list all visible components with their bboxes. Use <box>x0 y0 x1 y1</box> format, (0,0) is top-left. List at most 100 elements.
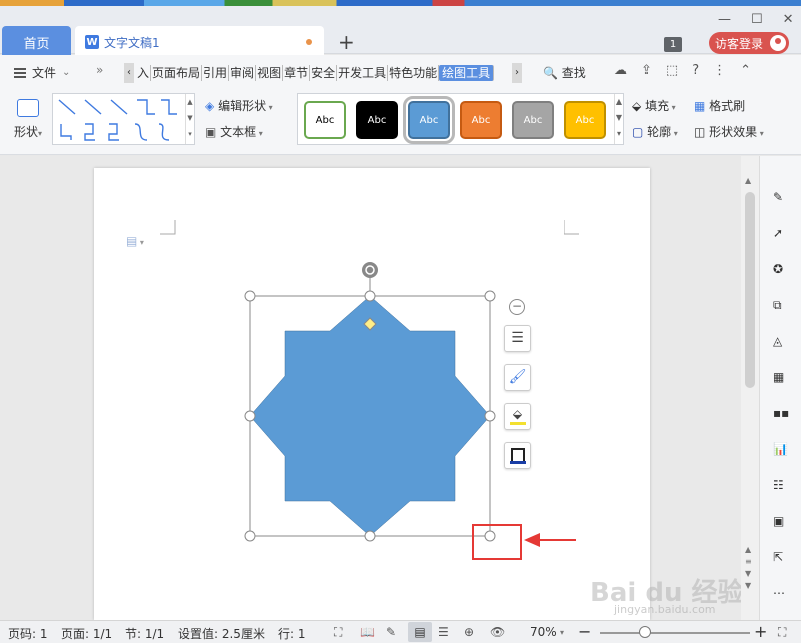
collapse-ribbon-icon[interactable]: ⌃ <box>740 63 751 78</box>
fit-page-icon[interactable]: ⛶ <box>778 625 786 640</box>
layout-options-button[interactable]: ☰ <box>504 325 531 352</box>
unsaved-dot-icon[interactable] <box>306 39 312 45</box>
select-cursor-icon[interactable]: ➚ <box>773 226 789 242</box>
menu-tab-4[interactable]: 视图 <box>256 65 284 81</box>
zoom-in-icon[interactable]: + <box>754 622 767 641</box>
zoom-dropdown-icon[interactable]: ▾ <box>560 628 564 637</box>
menu-tab-6[interactable]: 安全 <box>310 65 338 81</box>
style-swatch-orange[interactable]: Abc <box>460 101 502 139</box>
shapes-icon[interactable]: ⧉ <box>773 298 789 314</box>
shape-fill-button[interactable]: ⬙ <box>504 403 531 430</box>
close-icon[interactable]: ✕ <box>783 12 794 27</box>
guest-login-button[interactable]: 访客登录 <box>709 32 789 54</box>
settings-sliders-icon[interactable]: ☷ <box>773 478 789 494</box>
arrow-head <box>524 533 540 547</box>
outline-button[interactable]: ▢ 轮廓 ▾ <box>632 123 678 140</box>
tab-document[interactable]: W 文字文稿1 <box>75 26 324 58</box>
menu-tab-3[interactable]: 审阅 <box>229 65 257 81</box>
layers-icon[interactable]: ◬ <box>773 334 789 350</box>
scroll-page-controls[interactable]: ▲ ≡ ▼ ▼ <box>745 544 752 592</box>
sidebar-more-icon[interactable]: ⋯ <box>773 586 789 602</box>
reading-mode-icon[interactable]: 📖 <box>360 625 375 639</box>
export-icon[interactable]: ⇱ <box>773 550 789 566</box>
status-page-number[interactable]: 页码: 1 <box>8 625 48 642</box>
style-swatch-blue[interactable]: Abc <box>403 96 455 144</box>
resize-handle-nw[interactable] <box>244 290 256 302</box>
resize-handle-sw[interactable] <box>244 530 256 542</box>
page-view-icon[interactable]: ▤ <box>408 622 432 642</box>
edit-mode-icon[interactable]: ✎ <box>386 625 396 639</box>
style-swatch-white[interactable]: Abc <box>304 101 346 139</box>
resize-handle-w[interactable] <box>244 410 256 422</box>
resize-handle-e[interactable] <box>484 410 496 422</box>
more-menus-icon[interactable]: » <box>96 63 103 77</box>
shape-outline-button[interactable] <box>504 442 531 469</box>
status-page[interactable]: 页面: 1/1 <box>61 625 112 642</box>
style-swatch-gold[interactable]: Abc <box>564 101 606 139</box>
zoom-slider-thumb[interactable] <box>639 626 651 638</box>
tab-home[interactable]: 首页 <box>2 26 71 58</box>
scroll-up-icon[interactable]: ▲ <box>745 176 751 185</box>
new-tab-button[interactable]: + <box>338 30 355 54</box>
maximize-icon[interactable]: ☐ <box>751 12 763 27</box>
eight-point-star[interactable] <box>249 295 491 537</box>
table-icon[interactable]: ▦ <box>773 370 789 386</box>
cloud-sync-icon[interactable]: ☁ <box>614 63 627 78</box>
paragraph-options-icon[interactable]: ▤ ▾ <box>126 234 144 248</box>
status-setting[interactable]: 设置值: 2.5厘米 <box>178 625 265 642</box>
zoom-slider[interactable] <box>600 632 750 634</box>
window-count-badge[interactable]: 1 <box>664 37 682 52</box>
shape-style-brush-button[interactable]: 🖌 <box>504 364 531 391</box>
eye-protection-icon[interactable]: 👁 <box>490 625 505 639</box>
edit-shape-button[interactable]: ◈ 编辑形状 ▾ <box>205 97 273 114</box>
minimize-icon[interactable]: — <box>718 12 731 27</box>
gallery-scroll-icon[interactable]: ▲ ▼ ▾ <box>185 94 194 144</box>
more-options-icon[interactable]: ⋮ <box>713 63 726 78</box>
lines-gallery[interactable]: ▲ ▼ ▾ <box>52 93 195 145</box>
menu-tab-0[interactable]: 入 <box>136 65 152 81</box>
outline-view-icon[interactable]: ☰ <box>438 625 449 639</box>
stamp-icon[interactable]: ✪ <box>773 262 789 278</box>
menu-tab-9[interactable]: 绘图工具 <box>439 65 495 81</box>
zoom-out-icon[interactable]: − <box>578 622 591 641</box>
style-swatch-gray[interactable]: Abc <box>512 101 554 139</box>
menu-scroll-left-button[interactable]: ‹ <box>124 63 134 83</box>
scroll-thumb[interactable] <box>745 192 755 388</box>
fill-button[interactable]: ⬙ 填充 ▾ <box>632 97 676 114</box>
file-menu[interactable]: 文件 ⌄ <box>14 64 70 81</box>
resize-handle-n[interactable] <box>364 290 376 302</box>
resize-handle-ne[interactable] <box>484 290 496 302</box>
vertical-scrollbar[interactable]: ▲ ▲ ≡ ▼ ▼ <box>741 156 759 620</box>
pen-icon[interactable]: ✎ <box>773 190 789 206</box>
format-brush-button[interactable]: ▦ 格式刷 <box>694 97 745 114</box>
menu-tab-1[interactable]: 页面布局 <box>151 65 203 81</box>
fullscreen-icon[interactable]: ⛶ <box>334 625 342 640</box>
rotate-handle-icon[interactable] <box>362 262 378 278</box>
collab-icon[interactable]: ⬚ <box>666 63 678 78</box>
style-swatch-black[interactable]: Abc <box>356 101 398 139</box>
zoom-level[interactable]: 70% <box>530 625 557 639</box>
menu-tab-7[interactable]: 开发工具 <box>337 65 389 81</box>
menu-scroll-right-button[interactable]: › <box>512 63 522 83</box>
share-icon[interactable]: ⇪ <box>641 63 652 78</box>
status-row[interactable]: 行: 1 <box>278 625 306 642</box>
collapse-float-toolbar-icon[interactable]: − <box>509 299 525 315</box>
document-page[interactable]: ▤ ▾ − ☰ 🖌 ⬙ <box>94 168 650 620</box>
styles-scroll-icon[interactable]: ▲ ▼ ▾ <box>614 94 623 144</box>
help-icon[interactable]: ? <box>692 63 699 78</box>
style-swatch-label: Abc <box>367 114 387 126</box>
menu-tab-8[interactable]: 特色功能 <box>388 65 440 81</box>
textbox-button[interactable]: ▣ 文本框 ▾ <box>205 123 263 140</box>
resize-handle-s[interactable] <box>364 530 376 542</box>
apps-grid-icon[interactable]: ▪▪ <box>773 406 789 422</box>
status-section[interactable]: 节: 1/1 <box>125 625 164 642</box>
chart-icon[interactable]: 📊 <box>773 442 789 458</box>
search-button[interactable]: 🔍 查找 <box>543 64 586 81</box>
picture-icon[interactable]: ▣ <box>773 514 789 530</box>
shape-button[interactable]: 形状▾ <box>10 95 46 145</box>
star-shape-selection[interactable] <box>244 260 504 550</box>
shape-effect-button[interactable]: ◫ 形状效果 ▾ <box>694 123 764 140</box>
menu-tab-5[interactable]: 章节 <box>283 65 311 81</box>
web-view-icon[interactable]: ⊕ <box>464 625 474 639</box>
menu-tab-2[interactable]: 引用 <box>202 65 230 81</box>
